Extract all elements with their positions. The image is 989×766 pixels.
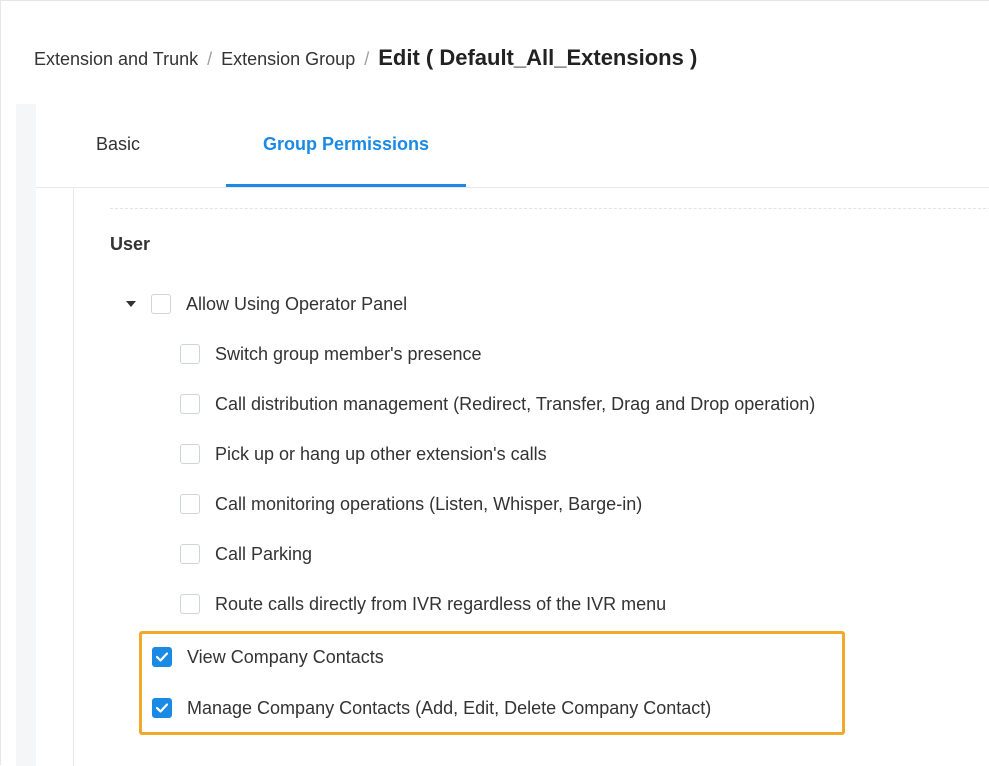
page-frame: Extension and Trunk / Extension Group / Edit… — [0, 0, 989, 766]
breadcrumb-separator: / — [364, 49, 370, 69]
tab-group-permissions[interactable]: Group Permissions — [226, 134, 466, 187]
permission-label: Call Parking — [215, 543, 313, 564]
tab-bar: Basic Group Permissions — [36, 104, 989, 188]
breadcrumb-extension-and-trunk[interactable]: Extension and Trunk — [34, 49, 198, 69]
checkbox-operator-panel[interactable] — [151, 294, 171, 314]
checkbox-pickup-hangup[interactable] — [180, 444, 200, 464]
permission-label: Route calls directly from IVR regardless… — [215, 593, 667, 614]
permission-row-call-monitoring: Call monitoring operations (Listen, Whis… — [180, 491, 642, 517]
permission-row-switch-presence: Switch group member's presence — [180, 341, 482, 367]
section-title-user: User — [110, 234, 151, 254]
permission-label: Call monitoring operations (Listen, Whis… — [215, 493, 643, 514]
permission-row-route-ivr: Route calls directly from IVR regardless… — [180, 591, 666, 617]
permission-row-call-distribution: Call distribution management (Redirect, … — [180, 391, 815, 417]
permission-row-operator-panel: Allow Using Operator Panel — [126, 291, 407, 317]
permission-label: Pick up or hang up other extension's cal… — [215, 443, 547, 464]
checkbox-call-parking[interactable] — [180, 544, 200, 564]
checkbox-call-distribution[interactable] — [180, 394, 200, 414]
breadcrumb: Extension and Trunk / Extension Group / Edit… — [34, 45, 697, 71]
breadcrumb-extension-group[interactable]: Extension Group — [221, 49, 355, 69]
caret-down-icon[interactable] — [126, 301, 136, 307]
checkbox-route-ivr[interactable] — [180, 594, 200, 614]
permission-row-pickup-hangup: Pick up or hang up other extension's cal… — [180, 441, 547, 467]
permission-label: Switch group member's presence — [215, 343, 482, 364]
highlight-box — [139, 631, 845, 735]
permission-label: Allow Using Operator Panel — [186, 293, 408, 314]
permission-label: Call distribution management (Redirect, … — [215, 393, 816, 414]
page-title: Edit ( Default_All_Extensions ) — [378, 45, 698, 70]
checkbox-call-monitoring[interactable] — [180, 494, 200, 514]
permission-row-call-parking: Call Parking — [180, 541, 312, 567]
tab-basic[interactable]: Basic — [96, 134, 140, 187]
section-divider — [110, 208, 989, 209]
checkbox-switch-presence[interactable] — [180, 344, 200, 364]
breadcrumb-separator: / — [207, 49, 213, 69]
